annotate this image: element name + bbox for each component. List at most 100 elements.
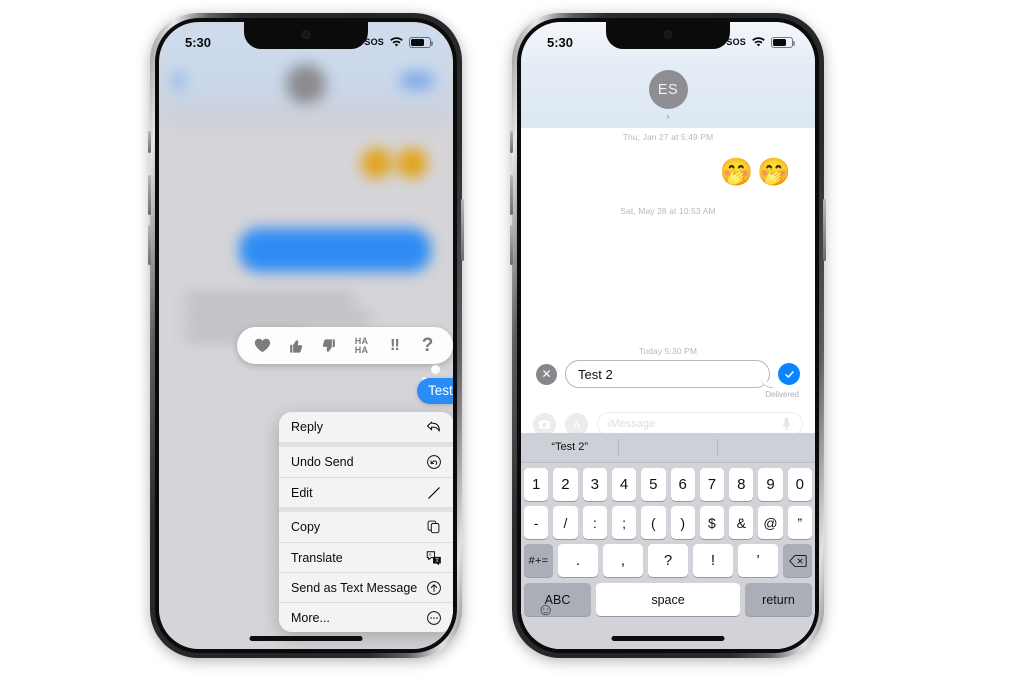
context-menu-item-undo-send[interactable]: Undo Send: [279, 447, 453, 477]
volume-up-button[interactable]: [510, 175, 513, 215]
silent-switch[interactable]: [148, 131, 151, 153]
key-dollar[interactable]: $: [699, 506, 725, 539]
context-menu-item-translate[interactable]: Translate A 文: [279, 542, 453, 572]
avatar[interactable]: ES: [648, 70, 688, 109]
context-menu-item-send-as-text[interactable]: Send as Text Message: [279, 572, 453, 602]
imessage-placeholder: iMessage: [608, 418, 656, 430]
keyboard-row-punctuation: #+= . , ? ! ’: [521, 539, 815, 577]
key-6[interactable]: 6: [670, 468, 695, 501]
context-menu-label: Edit: [291, 485, 313, 500]
sos-indicator: SOS: [726, 37, 746, 47]
key-3[interactable]: 3: [582, 468, 607, 501]
tapback-haha-icon[interactable]: HA HA: [345, 329, 378, 362]
chevron-right-icon[interactable]: ›: [666, 112, 670, 123]
notch: [606, 22, 730, 49]
key-7[interactable]: 7: [699, 468, 725, 501]
key-8[interactable]: 8: [729, 468, 754, 501]
keyboard-row-numbers: 1 2 3 4 5 6 7 8 9 0: [521, 463, 815, 501]
key-apostrophe[interactable]: ’: [738, 544, 778, 577]
key-5[interactable]: 5: [641, 468, 666, 501]
key-hyphen[interactable]: -: [524, 506, 549, 539]
left-phone-bezel: ⬤⬤ 5:30 SOS HA HA !! ? Test Reply Undo S…: [155, 18, 457, 653]
edit-message-composer: ✕ Test 2: [521, 360, 815, 388]
tapback-tail-large: [431, 365, 440, 374]
close-circle-icon[interactable]: ✕: [536, 363, 557, 385]
screenshot-canvas: ⬤⬤ 5:30 SOS HA HA !! ? Test Reply Undo S…: [0, 0, 1024, 680]
context-menu-item-copy[interactable]: Copy: [279, 512, 453, 542]
key-symbols-toggle[interactable]: #+=: [524, 544, 553, 577]
predictive-text-bar[interactable]: “Test 2”: [521, 433, 815, 463]
home-indicator[interactable]: [611, 636, 725, 641]
tapback-thumbs-up-icon[interactable]: [279, 329, 312, 362]
right-phone-bezel: ES › 5: 3 0 SOS Thu, Jan 27 at 5:49 PM 🤭🤭 …: [517, 18, 819, 653]
tapback-exclamation-icon[interactable]: !!: [378, 329, 411, 362]
key-space[interactable]: space: [596, 583, 740, 616]
home-indicator[interactable]: [249, 636, 363, 641]
pencil-icon: [425, 484, 442, 501]
volume-down-button[interactable]: [148, 225, 151, 265]
key-period[interactable]: .: [558, 544, 598, 577]
message-context-menu[interactable]: Reply Undo Send Edit Copy Translate A 文 …: [279, 412, 453, 632]
tapback-thumbs-down-icon[interactable]: [312, 329, 345, 362]
context-menu-item-more[interactable]: More...: [279, 602, 453, 632]
context-menu-item-reply[interactable]: Reply: [279, 412, 453, 442]
timestamp-divider: Today 5:30 PM: [639, 346, 697, 356]
wifi-icon: [752, 36, 765, 47]
context-menu-label: More...: [291, 610, 330, 625]
key-semicolon[interactable]: ;: [611, 506, 637, 539]
key-return[interactable]: return: [745, 583, 812, 616]
key-paren-open[interactable]: (: [641, 506, 666, 539]
key-0[interactable]: 0: [787, 468, 812, 501]
prediction-slot-2[interactable]: [619, 439, 718, 456]
key-question[interactable]: ?: [648, 544, 688, 577]
microphone-icon[interactable]: [781, 417, 792, 431]
volume-up-button[interactable]: [148, 175, 151, 215]
notch: [244, 22, 368, 49]
key-abc[interactable]: ABC: [524, 583, 591, 616]
context-menu-label: Reply: [291, 420, 323, 434]
ellipsis-circle-icon: [425, 609, 442, 626]
key-slash[interactable]: /: [553, 506, 578, 539]
svg-text:A: A: [428, 552, 431, 557]
silent-switch[interactable]: [510, 131, 513, 153]
key-paren-close[interactable]: ): [670, 506, 695, 539]
delivery-status: Delivered: [765, 390, 799, 399]
key-1[interactable]: 1: [524, 468, 549, 501]
key-colon[interactable]: :: [582, 506, 607, 539]
backspace-icon[interactable]: [783, 544, 812, 577]
power-button[interactable]: [823, 199, 826, 261]
context-menu-item-edit[interactable]: Edit: [279, 477, 453, 507]
checkmark-circle-icon[interactable]: [778, 363, 800, 385]
edit-message-input[interactable]: Test 2: [565, 360, 770, 388]
selected-message-bubble[interactable]: Test: [417, 378, 453, 404]
status-time: 5:30: [185, 34, 212, 50]
copy-icon: [425, 519, 442, 536]
key-at[interactable]: @: [758, 506, 783, 539]
prediction-slot-1[interactable]: “Test 2”: [521, 439, 620, 456]
emoji-message[interactable]: 🤭🤭: [720, 156, 795, 188]
power-button[interactable]: [461, 199, 464, 261]
key-4[interactable]: 4: [611, 468, 637, 501]
keyboard-row-bottom: ABC space return: [521, 577, 815, 616]
volume-down-button[interactable]: [510, 225, 513, 265]
tapback-question-icon[interactable]: ?: [411, 329, 444, 362]
key-comma[interactable]: ,: [603, 544, 643, 577]
key-quote[interactable]: ”: [787, 506, 812, 539]
sos-indicator: SOS: [364, 37, 384, 47]
front-camera-icon: [301, 30, 311, 39]
key-2[interactable]: 2: [553, 468, 578, 501]
contact-avatar[interactable]: [286, 64, 326, 104]
key-ampersand[interactable]: &: [729, 506, 754, 539]
tapback-heart-icon[interactable]: [246, 329, 279, 362]
key-exclamation[interactable]: !: [693, 544, 733, 577]
on-screen-keyboard[interactable]: “Test 2” 1 2 3 4 5 6 7 8 9 0 - /: ; ()…: [521, 433, 815, 649]
emoji-smiley-icon[interactable]: ☺: [537, 600, 556, 619]
outgoing-bubble-blurred: [239, 228, 431, 272]
timestamp-divider: Sat, May 28 at 10:53 AM: [620, 206, 716, 216]
emoji-message-blurred: ⬤⬤: [359, 145, 431, 178]
facetime-icon[interactable]: [401, 72, 433, 89]
keyboard-row-symbols: - / : ; ( ) $ & @ ”: [521, 501, 815, 539]
tapback-reaction-bar[interactable]: HA HA !! ?: [237, 327, 453, 364]
key-9[interactable]: 9: [758, 468, 783, 501]
prediction-slot-3[interactable]: [718, 439, 815, 456]
